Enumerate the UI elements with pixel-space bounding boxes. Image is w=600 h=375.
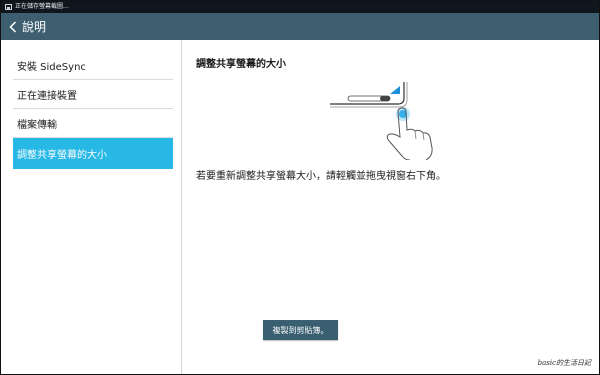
- screenshot-icon: [5, 4, 12, 10]
- back-button[interactable]: 說明: [6, 13, 46, 40]
- chevron-left-icon: [6, 13, 20, 40]
- sidebar-item-connecting-device[interactable]: 正在連接裝置: [13, 80, 173, 109]
- action-bar: 說明: [1, 13, 599, 40]
- help-topic-list: 安裝 SideSync 正在連接裝置 檔案傳輸 調整共享螢幕的大小: [1, 40, 181, 374]
- watermark: basic的生活日記: [537, 359, 591, 367]
- detail-title: 調整共享螢幕的大小: [196, 59, 286, 70]
- page-title: 說明: [22, 20, 47, 34]
- status-bar: 正在儲存螢幕截圖...: [1, 1, 599, 13]
- drag-resize-illustration: [330, 82, 433, 160]
- sidebar-item-install-sidesync[interactable]: 安裝 SideSync: [13, 51, 173, 80]
- copy-to-clipboard-button[interactable]: 複製到剪貼簿。: [263, 320, 338, 340]
- sidebar-item-file-transfer[interactable]: 檔案傳輸: [13, 109, 173, 138]
- status-notification-text: 正在儲存螢幕截圖...: [15, 3, 69, 10]
- help-detail-panel: 調整共享螢幕的大小 若要重新調整共享螢幕大小，請輕觸並拖曳視窗右下角。 複製到剪…: [182, 40, 599, 374]
- content-area: 安裝 SideSync 正在連接裝置 檔案傳輸 調整共享螢幕的大小 調整共享螢幕…: [1, 40, 599, 374]
- sidebar-item-resize-shared-screen[interactable]: 調整共享螢幕的大小: [13, 138, 173, 169]
- detail-description: 若要重新調整共享螢幕大小，請輕觸並拖曳視窗右下角。: [196, 171, 446, 182]
- app-frame: 正在儲存螢幕截圖... 說明 安裝 SideSync 正在連接裝置 檔案傳輸 調…: [0, 0, 600, 375]
